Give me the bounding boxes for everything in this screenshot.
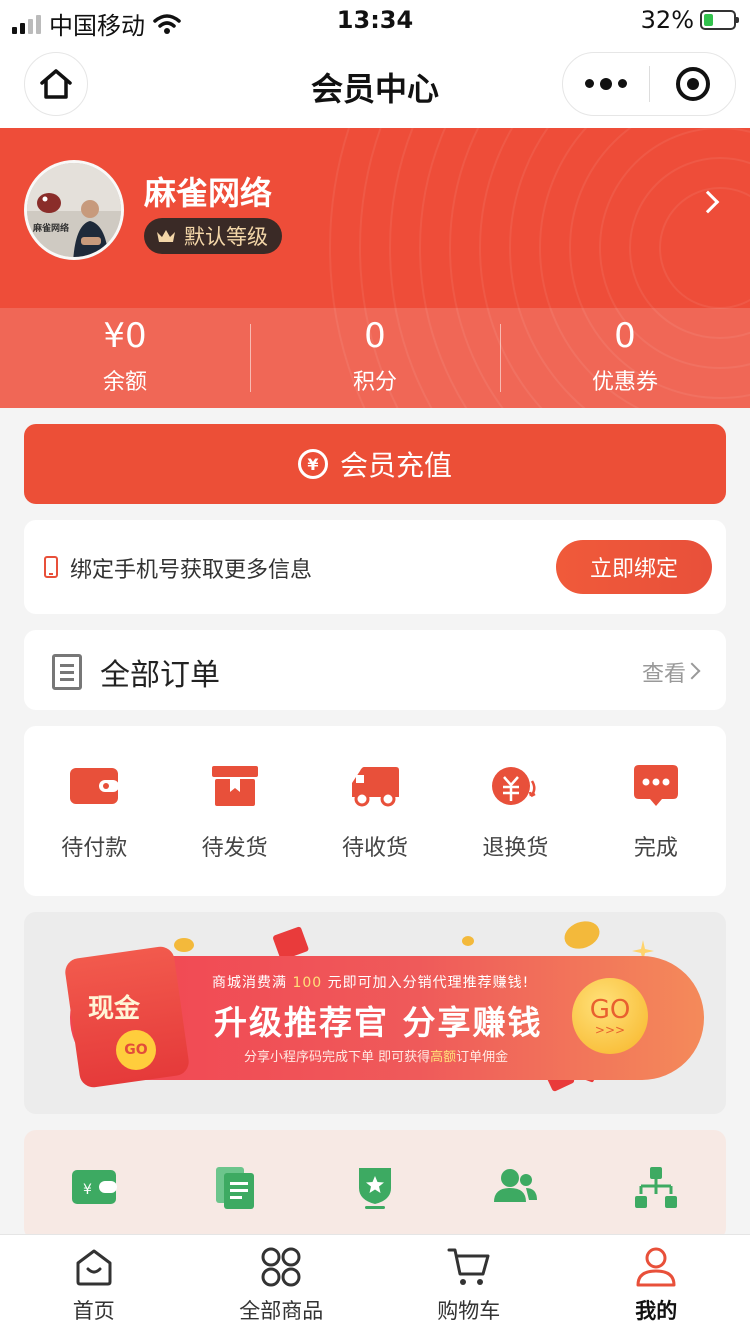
chat-bubble-icon xyxy=(630,764,682,808)
green-documents-icon xyxy=(215,1167,254,1209)
avatar-caption: 麻雀网络 xyxy=(33,224,70,234)
truck-icon xyxy=(349,764,401,808)
close-mini-program-button[interactable] xyxy=(650,67,735,101)
nav-bar: 会员中心 xyxy=(0,40,750,128)
document-icon xyxy=(52,654,82,690)
coin-decoration xyxy=(174,938,194,952)
stat-points[interactable]: 0 积分 xyxy=(250,308,500,408)
svg-text:¥: ¥ xyxy=(83,1182,92,1198)
tab-label: 购物车 xyxy=(437,1299,501,1323)
stat-balance[interactable]: ¥0 余额 xyxy=(0,308,250,408)
wallet-icon xyxy=(68,764,120,808)
user-icon xyxy=(634,1245,678,1289)
avatar[interactable]: 麻雀网络 xyxy=(24,160,124,260)
tab-cart[interactable]: 购物车 xyxy=(375,1235,563,1334)
all-orders-title: 全部订单 xyxy=(100,658,220,693)
tab-home[interactable]: 首页 xyxy=(0,1235,188,1334)
order-completed[interactable]: 完成 xyxy=(586,726,726,896)
referral-promo-banner[interactable]: 现金 GO 商城消费满 100 元即可加入分销代理推荐赚钱! 升级推荐官 分享赚… xyxy=(24,912,726,1114)
order-status-label: 退换货 xyxy=(482,836,549,861)
promo-cash-text: 现金 xyxy=(88,994,141,1024)
order-pending-shipment[interactable]: 待发货 xyxy=(164,726,304,896)
green-org-chart-icon xyxy=(634,1167,677,1208)
tab-label: 我的 xyxy=(635,1299,678,1323)
order-status-label: 待发货 xyxy=(201,836,268,861)
yen-coin-icon: ¥ xyxy=(297,449,328,479)
home-bag-icon xyxy=(72,1245,116,1289)
promo-go-text: GO xyxy=(589,995,631,1025)
promo-go-small: GO xyxy=(116,1030,156,1070)
coin-decoration xyxy=(462,936,474,946)
tool-wallet[interactable]: ¥ xyxy=(24,1130,164,1240)
order-status-label: 待收货 xyxy=(342,836,409,861)
stat-label: 余额 xyxy=(102,370,147,395)
target-icon xyxy=(675,67,710,101)
status-right: 32% xyxy=(640,6,739,34)
member-header: 麻雀网络 麻雀网络 默认等级 ¥0 余额 0 积分 0 优惠券 xyxy=(0,128,750,408)
tool-badge[interactable] xyxy=(305,1130,445,1240)
tab-all-products[interactable]: 全部商品 xyxy=(188,1235,376,1334)
member-stats: ¥0 余额 0 积分 0 优惠券 xyxy=(0,308,750,408)
bind-now-button[interactable]: 立即绑定 xyxy=(556,540,712,594)
battery-percent: 32% xyxy=(640,6,694,34)
order-pending-payment[interactable]: 待付款 xyxy=(24,726,164,896)
all-orders-row[interactable]: 全部订单 查看 xyxy=(24,630,726,710)
bind-phone-text: 绑定手机号获取更多信息 xyxy=(70,558,313,583)
promo-subtitle: 商城消费满 100 元即可加入分销代理推荐赚钱! xyxy=(212,975,530,991)
promo-headline: 升级推荐官 分享赚钱 xyxy=(214,1003,543,1042)
mini-program-capsule xyxy=(562,52,736,116)
tab-label: 全部商品 xyxy=(239,1299,324,1323)
promo-go-button[interactable]: GO >>> xyxy=(572,978,648,1054)
status-bar: 中国移动 13:34 32% xyxy=(0,0,750,40)
stat-value: ¥0 xyxy=(103,316,147,356)
order-status-grid: 待付款 待发货 待收货 退换货 完成 xyxy=(24,726,726,896)
stat-label: 积分 xyxy=(352,370,397,395)
clock: 13:34 xyxy=(336,6,414,34)
green-badge-icon xyxy=(359,1168,392,1209)
member-level-badge[interactable]: 默认等级 xyxy=(144,218,282,254)
refund-icon xyxy=(489,764,541,808)
member-tools-row: ¥ xyxy=(24,1130,726,1240)
recharge-label: 会员充值 xyxy=(339,449,452,482)
cart-icon xyxy=(447,1245,491,1289)
bottom-tab-bar: 首页 全部商品 购物车 我的 xyxy=(0,1234,750,1334)
coin-decoration xyxy=(560,916,604,954)
box-icon xyxy=(209,764,261,808)
stat-value: 0 xyxy=(614,316,636,356)
crown-icon xyxy=(157,230,175,242)
tab-label: 首页 xyxy=(72,1299,115,1323)
member-level-text: 默认等级 xyxy=(184,225,268,249)
member-recharge-button[interactable]: ¥ 会员充值 xyxy=(24,424,726,504)
user-name: 麻雀网络 xyxy=(144,174,273,212)
tool-org-chart[interactable] xyxy=(586,1130,726,1240)
stat-value: 0 xyxy=(364,316,386,356)
stat-coupons[interactable]: 0 优惠券 xyxy=(500,308,750,408)
tool-documents[interactable] xyxy=(164,1130,304,1240)
order-refund-exchange[interactable]: 退换货 xyxy=(445,726,585,896)
view-orders-link[interactable]: 查看 xyxy=(642,656,686,688)
phone-icon xyxy=(44,556,58,578)
order-pending-receipt[interactable]: 待收货 xyxy=(305,726,445,896)
tab-mine[interactable]: 我的 xyxy=(563,1235,750,1334)
green-wallet-icon: ¥ xyxy=(72,1170,118,1204)
promo-go-arrows: >>> xyxy=(594,1023,626,1037)
stat-label: 优惠券 xyxy=(591,370,658,395)
more-menu-button[interactable] xyxy=(563,77,649,90)
bind-phone-card: 绑定手机号获取更多信息 立即绑定 xyxy=(24,520,726,614)
order-status-label: 完成 xyxy=(633,836,678,861)
order-status-label: 待付款 xyxy=(61,836,128,861)
promo-caption: 分享小程序码完成下单 即可获得高额订单佣金 xyxy=(244,1050,509,1065)
green-users-icon xyxy=(494,1169,538,1202)
tool-users[interactable] xyxy=(445,1130,585,1240)
battery-icon xyxy=(700,10,739,30)
grid-icon xyxy=(259,1245,303,1289)
chevron-right-icon xyxy=(683,662,701,680)
